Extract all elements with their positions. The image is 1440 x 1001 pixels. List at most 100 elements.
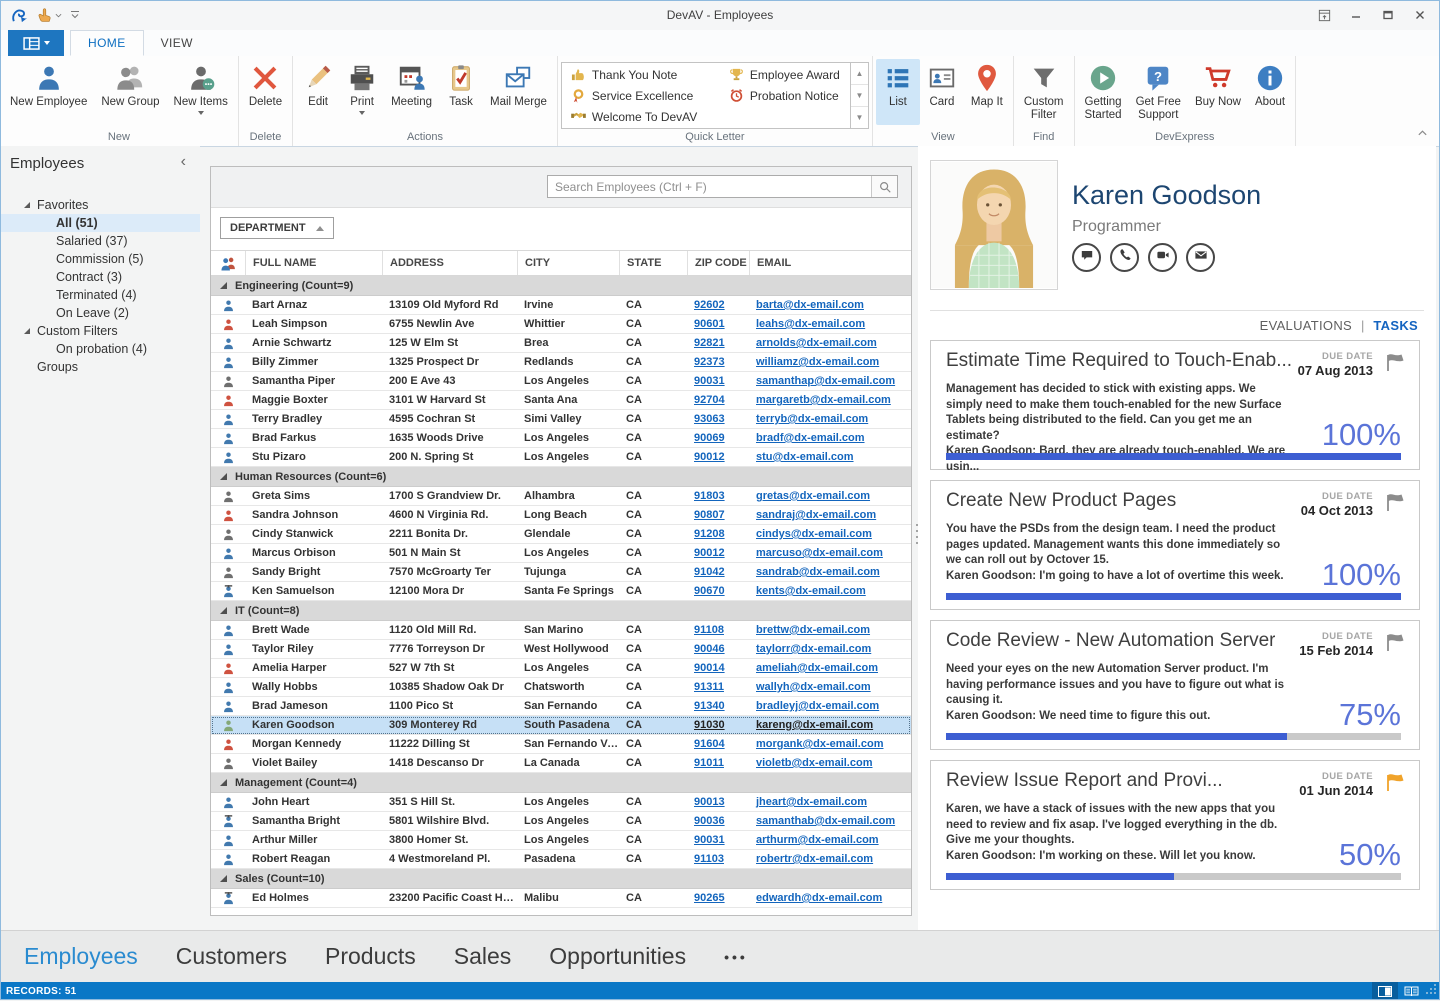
table-row[interactable]: Bart Arnaz13109 Old Myford RdIrvineCA926…: [211, 296, 911, 315]
table-row[interactable]: Ed Holmes23200 Pacific Coast HwyMalibuCA…: [211, 889, 911, 908]
task-card[interactable]: Review Issue Report and Provi...DUE DATE…: [930, 760, 1420, 890]
ribbon-button-edit[interactable]: Edit: [296, 59, 340, 125]
table-row[interactable]: Wally Hobbs10385 Shadow Oak DrChatsworth…: [211, 678, 911, 697]
sidebar-item-groups[interactable]: Groups: [0, 358, 200, 376]
table-row[interactable]: Amelia Harper527 W 7th StLos AngelesCA90…: [211, 659, 911, 678]
table-row[interactable]: Taylor Riley7776 Torreyson DrWest Hollyw…: [211, 640, 911, 659]
tab-tasks[interactable]: TASKS: [1373, 318, 1418, 333]
tab-home[interactable]: HOME: [70, 30, 144, 56]
flag-icon[interactable]: [1383, 770, 1407, 799]
cell-email-link[interactable]: sandraj@dx-email.com: [749, 509, 911, 521]
task-card[interactable]: Code Review - New Automation ServerDUE D…: [930, 620, 1420, 750]
maximize-button[interactable]: [1372, 0, 1404, 30]
group-row-management-count-4[interactable]: Management (Count=4): [211, 773, 911, 793]
phone-button[interactable]: [1110, 243, 1139, 272]
sidebar-item-commission-5[interactable]: Commission (5): [0, 250, 200, 268]
table-row[interactable]: Brad Farkus1635 Woods DriveLos AngelesCA…: [211, 429, 911, 448]
cell-zip-code-link[interactable]: 93063: [687, 413, 749, 425]
sidebar-item-contract-3[interactable]: Contract (3): [0, 268, 200, 286]
cell-email-link[interactable]: arthurm@dx-email.com: [749, 834, 911, 846]
cell-email-link[interactable]: edwardh@dx-email.com: [749, 892, 911, 904]
table-row[interactable]: Violet Bailey1418 Descanso DrLa CanadaCA…: [211, 754, 911, 773]
task-card[interactable]: Estimate Time Required to Touch-Enab...D…: [930, 340, 1420, 470]
sidebar-item-on-probation-4[interactable]: On probation (4): [0, 340, 200, 358]
cell-zip-code-link[interactable]: 91042: [687, 566, 749, 578]
column-header-icon[interactable]: [211, 251, 245, 275]
panel-splitter[interactable]: [916, 524, 918, 544]
table-row[interactable]: Brad Jameson1100 Pico StSan FernandoCA91…: [211, 697, 911, 716]
cell-zip-code-link[interactable]: 91803: [687, 490, 749, 502]
search-input[interactable]: [548, 180, 871, 194]
ribbon-button-new-items[interactable]: New Items: [167, 59, 235, 125]
video-button[interactable]: [1148, 243, 1177, 272]
cell-zip-code-link[interactable]: 91030: [687, 719, 749, 731]
cell-email-link[interactable]: arnolds@dx-email.com: [749, 337, 911, 349]
cell-email-link[interactable]: barta@dx-email.com: [749, 299, 911, 311]
cell-zip-code-link[interactable]: 91103: [687, 853, 749, 865]
cell-zip-code-link[interactable]: 91604: [687, 738, 749, 750]
column-header-zip-code[interactable]: ZIP CODE: [687, 251, 749, 275]
cell-zip-code-link[interactable]: 90265: [687, 892, 749, 904]
cell-zip-code-link[interactable]: 90069: [687, 432, 749, 444]
ribbon-button-buy-now[interactable]: Buy Now: [1188, 59, 1248, 125]
cell-zip-code-link[interactable]: 90807: [687, 509, 749, 521]
cell-email-link[interactable]: stu@dx-email.com: [749, 451, 911, 463]
cell-zip-code-link[interactable]: 92373: [687, 356, 749, 368]
cell-email-link[interactable]: kareng@dx-email.com: [749, 719, 911, 731]
cell-email-link[interactable]: williamz@dx-email.com: [749, 356, 911, 368]
cell-zip-code-link[interactable]: 92602: [687, 299, 749, 311]
chat-button[interactable]: [1072, 243, 1101, 272]
table-row[interactable]: Robert Reagan4 Westmoreland Pl.PasadenaC…: [211, 850, 911, 869]
task-card[interactable]: Create New Product PagesDUE DATE04 Oct 2…: [930, 480, 1420, 610]
cell-email-link[interactable]: ameliah@dx-email.com: [749, 662, 911, 674]
sidebar-collapse-icon[interactable]: ‹: [181, 153, 186, 171]
table-row[interactable]: Samantha Piper200 E Ave 43Los AngelesCA9…: [211, 372, 911, 391]
table-row[interactable]: Arnie Schwartz125 W Elm StBreaCA92821arn…: [211, 334, 911, 353]
group-row-engineering-count-9[interactable]: Engineering (Count=9): [211, 276, 911, 296]
cell-zip-code-link[interactable]: 90036: [687, 815, 749, 827]
quick-letter-welcome-to-devav[interactable]: Welcome To DevAV: [562, 106, 720, 127]
cell-zip-code-link[interactable]: 90046: [687, 643, 749, 655]
cell-email-link[interactable]: marcuso@dx-email.com: [749, 547, 911, 559]
column-header-state[interactable]: STATE: [619, 251, 687, 275]
flag-icon[interactable]: [1383, 350, 1407, 379]
gallery-expand-icon[interactable]: ▼: [851, 107, 868, 128]
sidebar-item-favorites[interactable]: Favorites: [0, 196, 200, 214]
touch-mode-icon[interactable]: [36, 7, 62, 24]
ribbon-button-get-free-support[interactable]: ?Get Free Support: [1129, 59, 1188, 125]
cell-zip-code-link[interactable]: 90601: [687, 318, 749, 330]
resize-grip[interactable]: [1424, 982, 1440, 1000]
ribbon-button-delete[interactable]: Delete: [242, 59, 289, 125]
nav-item-customers[interactable]: Customers: [176, 943, 287, 970]
cell-zip-code-link[interactable]: 91108: [687, 624, 749, 636]
cell-zip-code-link[interactable]: 90012: [687, 547, 749, 559]
cell-email-link[interactable]: samanthab@dx-email.com: [749, 815, 911, 827]
column-header-email[interactable]: EMAIL: [749, 251, 911, 275]
cell-email-link[interactable]: jheart@dx-email.com: [749, 796, 911, 808]
table-row[interactable]: John Heart351 S Hill St.Los AngelesCA900…: [211, 793, 911, 812]
reading-view-icon[interactable]: [1398, 982, 1424, 1000]
collapse-ribbon-icon[interactable]: [1417, 128, 1428, 140]
cell-email-link[interactable]: cindys@dx-email.com: [749, 528, 911, 540]
nav-item-employees[interactable]: Employees: [24, 943, 138, 970]
cell-email-link[interactable]: violetb@dx-email.com: [749, 757, 911, 769]
table-row[interactable]: Leah Simpson6755 Newlin AveWhittierCA906…: [211, 315, 911, 334]
ribbon-button-new-group[interactable]: New Group: [94, 59, 166, 125]
quick-letter-probation-notice[interactable]: Probation Notice: [720, 85, 850, 106]
gallery-scroll-down-icon[interactable]: ▼: [851, 85, 868, 107]
cell-zip-code-link[interactable]: 90014: [687, 662, 749, 674]
cell-zip-code-link[interactable]: 90031: [687, 834, 749, 846]
sidebar-item-custom-filters[interactable]: Custom Filters: [0, 322, 200, 340]
ribbon-button-custom-filter[interactable]: Custom Filter: [1017, 59, 1071, 125]
ribbon-button-meeting[interactable]: Meeting: [384, 59, 439, 125]
cell-zip-code-link[interactable]: 92704: [687, 394, 749, 406]
close-button[interactable]: [1404, 0, 1436, 30]
table-row[interactable]: Stu Pizaro200 N. Spring StLos AngelesCA9…: [211, 448, 911, 467]
ribbon-button-task[interactable]: Task: [439, 59, 483, 125]
cell-email-link[interactable]: terryb@dx-email.com: [749, 413, 911, 425]
group-by-department-button[interactable]: DEPARTMENT: [220, 217, 334, 239]
ribbon-button-new-employee[interactable]: New Employee: [3, 59, 94, 125]
table-row[interactable]: Samantha Bright5801 Wilshire Blvd.Los An…: [211, 812, 911, 831]
sidebar-item-all-51[interactable]: All (51): [0, 214, 200, 232]
application-menu-button[interactable]: [8, 30, 64, 56]
